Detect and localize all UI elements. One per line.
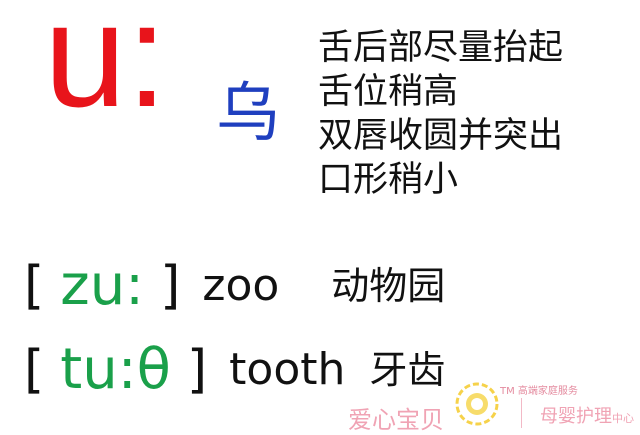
articulation-description: 舌后部尽量抬起 舌位稍高 双唇收圆并突出 口形稍小: [318, 26, 563, 202]
example-ipa: zu:: [60, 253, 145, 318]
example-row-zoo: [ zu: ] zoo 动物园: [24, 250, 445, 322]
chinese-pronunciation-hint: 乌: [216, 77, 280, 151]
lesson-card: { "phoneme": "u:", "chinese_hint": "乌", …: [0, 0, 640, 434]
sun-logo-icon: [455, 382, 499, 426]
description-line: 双唇收圆并突出: [318, 116, 564, 156]
open-bracket: [: [24, 256, 45, 316]
description-line: 口形稍小: [318, 160, 459, 200]
phoneme-symbol: u:: [44, 0, 168, 138]
example-word: tooth: [229, 344, 346, 395]
example-row-tooth: [ tu:θ ] tooth 牙齿: [24, 334, 445, 406]
example-ipa: tu:θ: [60, 337, 171, 402]
close-bracket: ]: [186, 340, 208, 400]
description-line: 舌后部尽量抬起: [318, 28, 564, 68]
example-meaning: 牙齿: [369, 348, 446, 392]
example-meaning: 动物园: [331, 264, 446, 308]
watermark-service-name: 母婴护理: [540, 406, 612, 427]
watermark-divider: [521, 398, 522, 428]
watermark-brand: 爱心宝贝: [348, 406, 444, 434]
description-line: 舌位稍高: [318, 72, 459, 112]
open-bracket: [: [24, 340, 45, 400]
example-word: zoo: [202, 260, 280, 311]
watermark-service: 母婴护理中心: [540, 402, 634, 428]
close-bracket: ]: [160, 256, 181, 316]
watermark-service-suffix: 中心: [612, 412, 634, 425]
watermark-tagline: TM 高端家庭服务: [500, 386, 578, 397]
